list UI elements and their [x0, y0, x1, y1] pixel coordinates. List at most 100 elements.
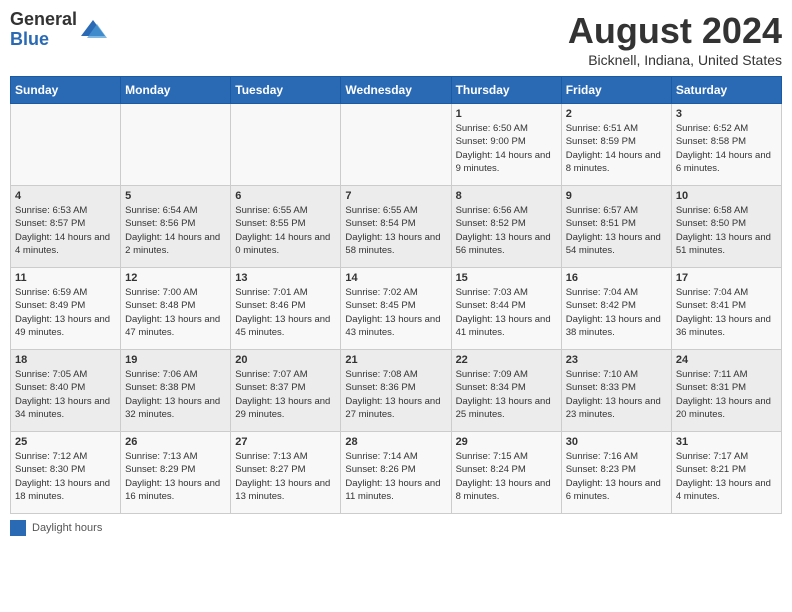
- calendar-cell: 15 Sunrise: 7:03 AMSunset: 8:44 PMDayligh…: [451, 268, 561, 350]
- calendar-cell: 7Sunrise: 6:55 AMSunset: 8:54 PMDaylight…: [341, 186, 451, 268]
- calendar-cell: 3Sunrise: 6:52 AMSunset: 8:58 PMDaylight…: [671, 104, 781, 186]
- day-number: 2: [566, 108, 667, 120]
- day-number: 12: [125, 272, 226, 284]
- day-number: 19: [125, 354, 226, 366]
- day-number: 20: [235, 354, 336, 366]
- calendar-week-3: 11Sunrise: 6:59 AMSunset: 8:49 PMDayligh…: [11, 268, 782, 350]
- day-header-sunday: Sunday: [11, 77, 121, 104]
- day-info: Sunrise: 6:59 AMSunset: 8:49 PMDaylight:…: [15, 286, 116, 339]
- day-number: 7: [345, 190, 446, 202]
- calendar-cell: 14 Sunrise: 7:02 AMSunset: 8:45 PMDayligh…: [341, 268, 451, 350]
- calendar-cell: 10 Sunrise: 6:58 AMSunset: 8:50 PMDayligh…: [671, 186, 781, 268]
- legend-box: [10, 520, 26, 536]
- calendar-cell: 28Sunrise: 7:14 AMSunset: 8:26 PMDayligh…: [341, 432, 451, 514]
- day-header-monday: Monday: [121, 77, 231, 104]
- calendar-cell: 18 Sunrise: 7:05 AMSunset: 8:40 PMDayligh…: [11, 350, 121, 432]
- day-number: 6: [235, 190, 336, 202]
- day-info: Sunrise: 7:15 AMSunset: 8:24 PMDaylight:…: [456, 450, 557, 503]
- calendar-cell: [11, 104, 121, 186]
- day-info: Sunrise: 7:09 AMSunset: 8:34 PMDaylight:…: [456, 368, 557, 421]
- day-info: Sunrise: 7:07 AMSunset: 8:37 PMDaylight:…: [235, 368, 336, 421]
- calendar-cell: 25 Sunrise: 7:12 AMSunset: 8:30 PMDayligh…: [11, 432, 121, 514]
- title-block: August 2024 Bicknell, Indiana, United St…: [568, 10, 782, 68]
- day-header-wednesday: Wednesday: [341, 77, 451, 104]
- day-info: Sunrise: 6:53 AMSunset: 8:57 PMDaylight:…: [15, 204, 116, 257]
- calendar-cell: 6 Sunrise: 6:55 AMSunset: 8:55 PMDaylight…: [231, 186, 341, 268]
- day-number: 18: [15, 354, 116, 366]
- day-info: Sunrise: 7:14 AMSunset: 8:26 PMDaylight:…: [345, 450, 446, 503]
- day-info: Sunrise: 7:11 AMSunset: 8:31 PMDaylight:…: [676, 368, 777, 421]
- day-info: Sunrise: 6:51 AMSunset: 8:59 PMDaylight:…: [566, 122, 667, 175]
- calendar-cell: 30 Sunrise: 7:16 AMSunset: 8:23 PMDayligh…: [561, 432, 671, 514]
- calendar-cell: 27 Sunrise: 7:13 AMSunset: 8:27 PMDayligh…: [231, 432, 341, 514]
- day-header-friday: Friday: [561, 77, 671, 104]
- footer: Daylight hours: [10, 520, 782, 536]
- day-number: 17: [676, 272, 777, 284]
- day-number: 14: [345, 272, 446, 284]
- day-info: Sunrise: 6:50 AMSunset: 9:00 PMDaylight:…: [456, 122, 557, 175]
- day-info: Sunrise: 7:05 AMSunset: 8:40 PMDaylight:…: [15, 368, 116, 421]
- calendar-table: SundayMondayTuesdayWednesdayThursdayFrid…: [10, 76, 782, 514]
- day-info: Sunrise: 7:03 AMSunset: 8:44 PMDaylight:…: [456, 286, 557, 339]
- day-info: Sunrise: 7:17 AMSunset: 8:21 PMDaylight:…: [676, 450, 777, 503]
- day-number: 4: [15, 190, 116, 202]
- calendar-cell: 21 Sunrise: 7:08 AMSunset: 8:36 PMDayligh…: [341, 350, 451, 432]
- day-number: 21: [345, 354, 446, 366]
- day-number: 26: [125, 436, 226, 448]
- logo-general: General: [10, 9, 77, 29]
- calendar-cell: [231, 104, 341, 186]
- month-title: August 2024: [568, 10, 782, 52]
- day-number: 8: [456, 190, 557, 202]
- day-info: Sunrise: 7:06 AMSunset: 8:38 PMDaylight:…: [125, 368, 226, 421]
- day-info: Sunrise: 7:10 AMSunset: 8:33 PMDaylight:…: [566, 368, 667, 421]
- day-number: 3: [676, 108, 777, 120]
- calendar-week-5: 25 Sunrise: 7:12 AMSunset: 8:30 PMDayligh…: [11, 432, 782, 514]
- day-header-tuesday: Tuesday: [231, 77, 341, 104]
- day-info: Sunrise: 7:13 AMSunset: 8:27 PMDaylight:…: [235, 450, 336, 503]
- day-info: Sunrise: 6:54 AMSunset: 8:56 PMDaylight:…: [125, 204, 226, 257]
- day-info: Sunrise: 7:08 AMSunset: 8:36 PMDaylight:…: [345, 368, 446, 421]
- calendar-cell: 11Sunrise: 6:59 AMSunset: 8:49 PMDayligh…: [11, 268, 121, 350]
- calendar-cell: 16 Sunrise: 7:04 AMSunset: 8:42 PMDayligh…: [561, 268, 671, 350]
- calendar-cell: 4 Sunrise: 6:53 AMSunset: 8:57 PMDaylight…: [11, 186, 121, 268]
- logo-icon: [79, 16, 107, 44]
- calendar-cell: 8Sunrise: 6:56 AMSunset: 8:52 PMDaylight…: [451, 186, 561, 268]
- day-number: 16: [566, 272, 667, 284]
- day-number: 25: [15, 436, 116, 448]
- calendar-cell: 2 Sunrise: 6:51 AMSunset: 8:59 PMDaylight…: [561, 104, 671, 186]
- calendar-cell: 26 Sunrise: 7:13 AMSunset: 8:29 PMDayligh…: [121, 432, 231, 514]
- calendar-cell: 9Sunrise: 6:57 AMSunset: 8:51 PMDaylight…: [561, 186, 671, 268]
- day-header-saturday: Saturday: [671, 77, 781, 104]
- day-info: Sunrise: 6:55 AMSunset: 8:55 PMDaylight:…: [235, 204, 336, 257]
- calendar-cell: 1Sunrise: 6:50 AMSunset: 9:00 PMDaylight…: [451, 104, 561, 186]
- day-info: Sunrise: 7:01 AMSunset: 8:46 PMDaylight:…: [235, 286, 336, 339]
- day-number: 23: [566, 354, 667, 366]
- day-number: 22: [456, 354, 557, 366]
- calendar-cell: 12 Sunrise: 7:00 AMSunset: 8:48 PMDayligh…: [121, 268, 231, 350]
- day-info: Sunrise: 7:16 AMSunset: 8:23 PMDaylight:…: [566, 450, 667, 503]
- calendar-cell: 20 Sunrise: 7:07 AMSunset: 8:37 PMDayligh…: [231, 350, 341, 432]
- day-number: 30: [566, 436, 667, 448]
- day-info: Sunrise: 7:04 AMSunset: 8:41 PMDaylight:…: [676, 286, 777, 339]
- day-info: Sunrise: 7:12 AMSunset: 8:30 PMDaylight:…: [15, 450, 116, 503]
- day-info: Sunrise: 7:00 AMSunset: 8:48 PMDaylight:…: [125, 286, 226, 339]
- day-number: 10: [676, 190, 777, 202]
- calendar-cell: 24 Sunrise: 7:11 AMSunset: 8:31 PMDayligh…: [671, 350, 781, 432]
- day-info: Sunrise: 7:04 AMSunset: 8:42 PMDaylight:…: [566, 286, 667, 339]
- day-header-thursday: Thursday: [451, 77, 561, 104]
- day-info: Sunrise: 7:13 AMSunset: 8:29 PMDaylight:…: [125, 450, 226, 503]
- location: Bicknell, Indiana, United States: [568, 52, 782, 68]
- day-number: 27: [235, 436, 336, 448]
- calendar-cell: 5Sunrise: 6:54 AMSunset: 8:56 PMDaylight…: [121, 186, 231, 268]
- day-number: 15: [456, 272, 557, 284]
- page-header: General Blue August 2024 Bicknell, India…: [10, 10, 782, 68]
- calendar-week-2: 4 Sunrise: 6:53 AMSunset: 8:57 PMDaylight…: [11, 186, 782, 268]
- calendar-cell: [341, 104, 451, 186]
- day-number: 24: [676, 354, 777, 366]
- day-info: Sunrise: 7:02 AMSunset: 8:45 PMDaylight:…: [345, 286, 446, 339]
- calendar-cell: 17 Sunrise: 7:04 AMSunset: 8:41 PMDayligh…: [671, 268, 781, 350]
- day-info: Sunrise: 6:58 AMSunset: 8:50 PMDaylight:…: [676, 204, 777, 257]
- day-number: 13: [235, 272, 336, 284]
- legend-label: Daylight hours: [32, 522, 102, 534]
- day-number: 31: [676, 436, 777, 448]
